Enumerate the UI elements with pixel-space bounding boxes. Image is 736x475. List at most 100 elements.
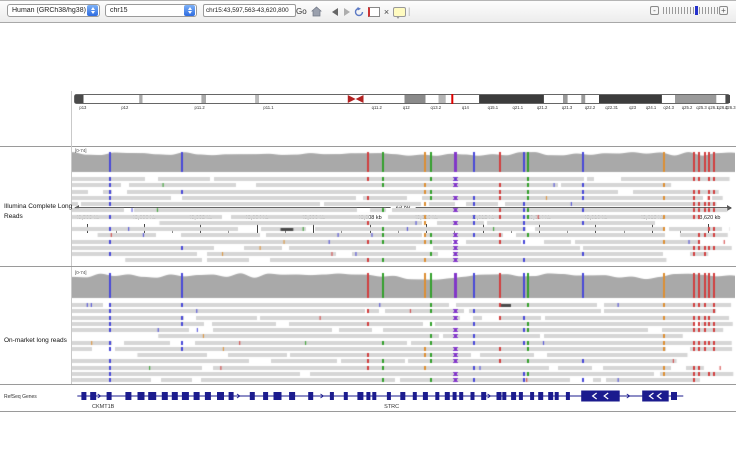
cytoband [675, 95, 716, 103]
zoom-tick [714, 7, 715, 14]
cytoband-label: p13 [79, 105, 86, 110]
toolbar-separator: | [408, 6, 410, 16]
cytoband [581, 95, 585, 103]
gene-exon [308, 392, 313, 400]
gene-exon [90, 392, 96, 400]
cytoband [139, 95, 142, 103]
gene-exon [81, 392, 86, 400]
igv-window: Human (GRCh38/hg38) chr15 Go × | - + p13… [0, 0, 736, 475]
track-name-onmarket[interactable]: On-market long reads [4, 336, 74, 346]
genome-select[interactable]: Human (GRCh38/hg38) [7, 4, 100, 17]
go-button[interactable]: Go [296, 7, 307, 16]
left-triangle [332, 8, 338, 16]
cytoband-label: q21.1 [513, 105, 523, 110]
cytoband [725, 95, 730, 103]
refresh-icon[interactable] [352, 5, 365, 18]
alignment-track-illumina[interactable] [72, 147, 735, 265]
gene-exon [125, 392, 131, 400]
gene-exon [555, 392, 559, 400]
cytoband-label: q24.3 [663, 105, 673, 110]
cytoband [255, 95, 259, 103]
gene-exon [497, 392, 502, 400]
cytoband-label: q21.3 [562, 105, 572, 110]
track-name-refseq[interactable]: RefSeq Genes [4, 394, 37, 400]
right-triangle [344, 8, 350, 16]
region-tool-icon[interactable] [367, 5, 380, 18]
toolbar: Human (GRCh38/hg38) chr15 Go × | - + [0, 0, 736, 23]
gene-exon [263, 392, 268, 400]
cytoband-label: q26.3 [725, 105, 735, 110]
gene-exon [162, 392, 168, 400]
gene-name-label: STRC [384, 404, 399, 410]
cytoband [405, 95, 426, 103]
panel-separator [0, 266, 736, 267]
cytoband [75, 95, 84, 103]
cytoband-label: q12 [403, 105, 410, 110]
gene-exon [453, 392, 457, 400]
window-bottom-border [0, 411, 736, 412]
gene-exon [205, 392, 211, 400]
locus-input[interactable] [203, 4, 296, 17]
zoom-tick [699, 7, 700, 14]
zoom-tick [708, 7, 709, 14]
genome-select-value: Human (GRCh38/hg38) [8, 7, 86, 14]
gene-exon [435, 392, 439, 400]
cytoband [599, 95, 662, 103]
zoom-in-button[interactable]: + [719, 6, 728, 15]
gene-exon [519, 392, 523, 400]
chromosome-ideogram[interactable] [74, 94, 732, 105]
comment-bubble-icon[interactable] [393, 5, 406, 18]
zoom-tick [693, 7, 694, 14]
gene-exon [471, 392, 475, 400]
cytoband-label: p12 [121, 105, 128, 110]
cytoband-label: q25.2 [682, 105, 692, 110]
zoom-tick [702, 7, 703, 14]
dropdown-arrows-icon [184, 5, 195, 16]
zoom-tick [684, 7, 685, 14]
gene-name-label: CKMT1B [92, 404, 114, 410]
zoom-tick [705, 7, 706, 14]
gene-exon [387, 392, 391, 400]
dropdown-arrows-icon [87, 5, 98, 16]
alignment-track-onmarket[interactable] [72, 269, 735, 383]
cytoband-label: p11.2 [195, 105, 205, 110]
gene-exon [330, 392, 334, 400]
gene-exon [182, 392, 189, 400]
gene-exon [274, 392, 282, 400]
cytoband-label: q24.1 [646, 105, 656, 110]
gene-exon [548, 392, 553, 400]
region-box [368, 7, 380, 17]
zoom-out-button[interactable]: - [650, 6, 659, 15]
cytoband-label: q23 [629, 105, 636, 110]
cytoband-label: q25.3 [696, 105, 706, 110]
cytoband-label: q21.2 [537, 105, 547, 110]
zoom-tick [663, 7, 664, 14]
zoom-tick [687, 7, 688, 14]
gene-exon [502, 392, 506, 400]
close-icon[interactable]: × [380, 5, 393, 18]
zoom-tick [672, 7, 673, 14]
track-name-illumina[interactable]: Illumina Complete Long Reads [4, 202, 74, 222]
gene-exon [530, 392, 534, 400]
cytoband-label: p11.1 [263, 105, 273, 110]
cytoband-label: q11.2 [372, 105, 382, 110]
zoom-slider-indicator[interactable] [695, 6, 698, 15]
cytoband [201, 95, 206, 103]
home-icon[interactable] [310, 5, 323, 18]
cytoband-label: q14 [462, 105, 469, 110]
gene-exon [566, 392, 570, 400]
gene-exon [172, 392, 178, 400]
gene-exon [194, 392, 200, 400]
zoom-tick [678, 7, 679, 14]
cytoband-label: q22.2 [585, 105, 595, 110]
gene-exon [413, 392, 417, 400]
cytoband [563, 95, 568, 103]
ideogram-panel: p13p12p11.2p11.1q11.2q12q13.2q14q15.1q21… [0, 91, 736, 147]
coverage-range-label: [0-74] [75, 148, 87, 153]
zoom-slider[interactable] [663, 7, 717, 15]
chromosome-select[interactable]: chr15 [105, 4, 197, 17]
zoom-tick [675, 7, 676, 14]
chromosome-select-value: chr15 [106, 7, 128, 14]
refseq-gene-track[interactable] [72, 385, 735, 411]
gene-exon [148, 392, 156, 400]
